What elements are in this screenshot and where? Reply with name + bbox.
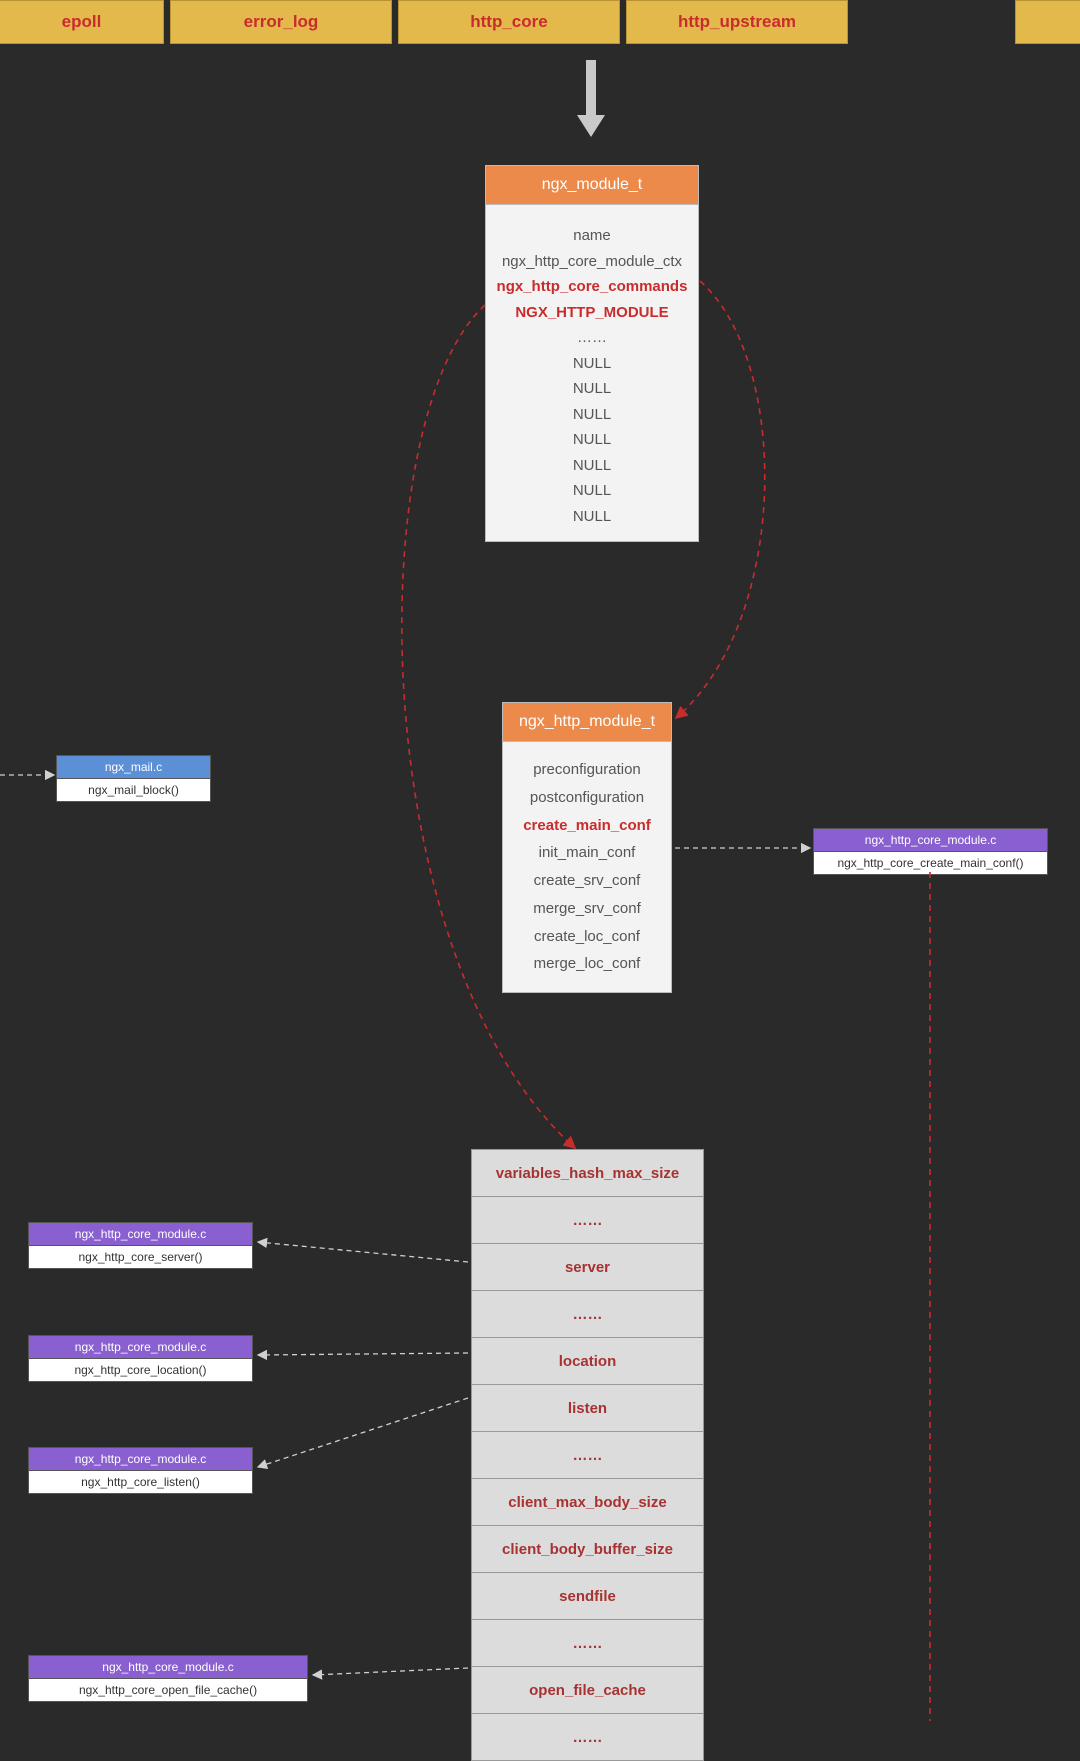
command-cell: …… [471, 1290, 704, 1338]
callout-fn: ngx_http_core_open_file_cache() [28, 1679, 308, 1702]
command-cell: …… [471, 1713, 704, 1761]
tab-label: epoll [62, 12, 102, 32]
module-panel-title: ngx_module_t [486, 166, 698, 205]
module-panel-body: namengx_http_core_module_ctxngx_http_cor… [486, 205, 698, 541]
tab-http-core[interactable]: http_core [398, 0, 620, 44]
command-cell: sendfile [471, 1572, 704, 1620]
module-row: name [492, 223, 692, 249]
module-row: NULL [492, 478, 692, 504]
http-row: create_loc_conf [509, 923, 665, 951]
callout-file: ngx_mail.c [56, 755, 211, 779]
callout-fn: ngx_mail_block() [56, 779, 211, 802]
callout-create-main: ngx_http_core_module.c ngx_http_core_cre… [813, 828, 1048, 875]
callout-listen: ngx_http_core_module.c ngx_http_core_lis… [28, 1447, 253, 1494]
module-row: NULL [492, 453, 692, 479]
command-cell: listen [471, 1384, 704, 1432]
http-module-panel-title: ngx_http_module_t [503, 703, 671, 742]
http-row: postconfiguration [509, 784, 665, 812]
callout-file: ngx_http_core_module.c [28, 1655, 308, 1679]
callout-fn: ngx_http_core_server() [28, 1246, 253, 1269]
commands-table: variables_hash_max_size……server……locatio… [471, 1150, 704, 1761]
callout-mail: ngx_mail.c ngx_mail_block() [56, 755, 211, 802]
module-row: ngx_http_core_commands [492, 274, 692, 300]
module-panel: ngx_module_t namengx_http_core_module_ct… [485, 165, 699, 542]
command-cell: client_max_body_size [471, 1478, 704, 1526]
command-cell: location [471, 1337, 704, 1385]
callout-fn: ngx_http_core_location() [28, 1359, 253, 1382]
callout-location: ngx_http_core_module.c ngx_http_core_loc… [28, 1335, 253, 1382]
command-cell: server [471, 1243, 704, 1291]
tab-error-log[interactable]: error_log [170, 0, 392, 44]
tab-epoll[interactable]: epoll [0, 0, 164, 44]
command-cell: …… [471, 1431, 704, 1479]
callout-file: ngx_http_core_module.c [28, 1335, 253, 1359]
http-row: merge_loc_conf [509, 950, 665, 978]
callout-file: ngx_http_core_module.c [28, 1447, 253, 1471]
tab-label: error_log [244, 12, 319, 32]
module-row: NULL [492, 427, 692, 453]
command-cell: variables_hash_max_size [471, 1149, 704, 1197]
http-row: preconfiguration [509, 756, 665, 784]
down-arrow-icon [583, 60, 599, 135]
http-row: merge_srv_conf [509, 895, 665, 923]
tab-label: http_upstream [678, 12, 796, 32]
callout-open-file-cache: ngx_http_core_module.c ngx_http_core_ope… [28, 1655, 308, 1702]
module-row: NULL [492, 376, 692, 402]
module-row: ngx_http_core_module_ctx [492, 249, 692, 275]
http-module-panel-body: preconfigurationpostconfigurationcreate_… [503, 742, 671, 992]
tab-label: http_core [470, 12, 547, 32]
http-row: init_main_conf [509, 839, 665, 867]
module-row: …… [492, 325, 692, 351]
command-cell: open_file_cache [471, 1666, 704, 1714]
callout-file: ngx_http_core_module.c [28, 1222, 253, 1246]
http-row: create_srv_conf [509, 867, 665, 895]
command-cell: client_body_buffer_size [471, 1525, 704, 1573]
module-row: NULL [492, 402, 692, 428]
module-row: NGX_HTTP_MODULE [492, 300, 692, 326]
module-row: NULL [492, 504, 692, 530]
command-cell: …… [471, 1196, 704, 1244]
http-module-panel: ngx_http_module_t preconfigurationpostco… [502, 702, 672, 993]
http-row: create_main_conf [509, 812, 665, 840]
callout-fn: ngx_http_core_listen() [28, 1471, 253, 1494]
tab-http-upstream[interactable]: http_upstream [626, 0, 848, 44]
callout-file: ngx_http_core_module.c [813, 828, 1048, 852]
command-cell: …… [471, 1619, 704, 1667]
callout-server: ngx_http_core_module.c ngx_http_core_ser… [28, 1222, 253, 1269]
callout-fn: ngx_http_core_create_main_conf() [813, 852, 1048, 875]
tab-more[interactable] [1015, 0, 1080, 44]
module-row: NULL [492, 351, 692, 377]
